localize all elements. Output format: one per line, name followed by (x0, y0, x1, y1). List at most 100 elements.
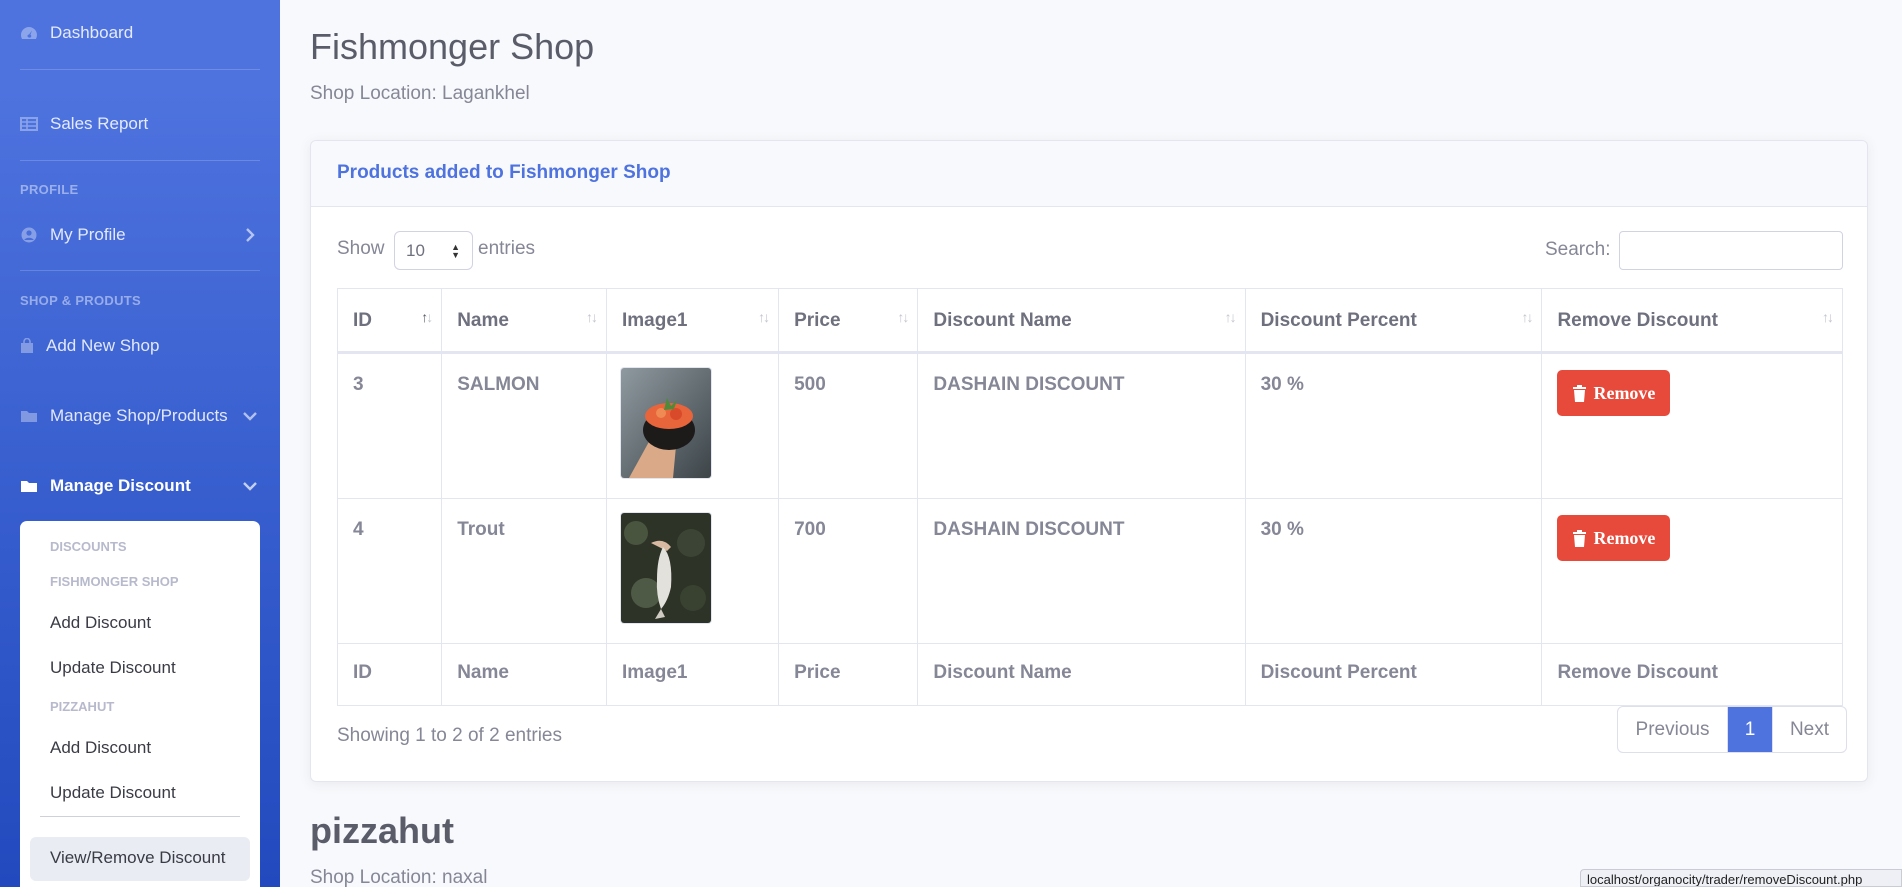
submenu-header-pizzahut: PIZZAHUT (50, 699, 115, 714)
submenu-divider (40, 816, 240, 817)
cell-price: 700 (778, 498, 919, 644)
remove-button-label: Remove (1593, 527, 1656, 548)
footer-discount-percent: Discount Percent (1244, 643, 1543, 706)
sidebar-item-label: Sales Report (50, 114, 149, 133)
card-header: Products added to Fishmonger Shop (311, 141, 1867, 207)
products-card: Products added to Fishmonger Shop Show 1… (310, 140, 1868, 782)
chevron-right-icon (246, 228, 255, 242)
table-row: 3 SALMON 500 DASHAIN DISCOUNT 30 % Remov… (336, 352, 1843, 499)
search-label: Search: (1545, 239, 1611, 260)
submenu-header-fishmonger: FISHMONGER SHOP (50, 574, 179, 589)
sidebar-item-label: Manage Shop/Products (50, 406, 228, 425)
cell-discount-percent: 30 % (1244, 498, 1543, 644)
shop-location: Shop Location: Lagankhel (310, 83, 530, 104)
sort-icon: ↑↓ (758, 309, 770, 325)
sidebar-item-sales-report[interactable]: Sales Report (20, 114, 148, 134)
sidebar-item-dashboard[interactable]: Dashboard (20, 23, 133, 43)
card-title: Products added to Fishmonger Shop (337, 162, 671, 183)
cell-action: Remove (1541, 498, 1843, 644)
footer-discount-name: Discount Name (917, 643, 1246, 706)
trash-icon (1573, 385, 1587, 402)
folder-icon (21, 411, 37, 422)
table-icon (20, 117, 38, 131)
sidebar-divider (20, 160, 260, 161)
salmon-dish-image (621, 368, 711, 478)
discount-submenu: DISCOUNTS FISHMONGER SHOP Add Discount U… (20, 521, 260, 887)
sort-icon: ↑↓ (897, 309, 909, 325)
cell-name: SALMON (441, 352, 607, 499)
sort-icon: ↑↓ (421, 309, 433, 325)
footer-price: Price (778, 643, 919, 706)
trash-icon (1573, 530, 1587, 547)
shopping-bag-icon (21, 338, 33, 353)
sidebar-heading-shop: SHOP & PRODUTS (20, 293, 141, 308)
shop2-location: Shop Location: naxal (310, 867, 488, 887)
cell-discount-name: DASHAIN DISCOUNT (917, 352, 1246, 499)
submenu-header-discounts: DISCOUNTS (50, 539, 127, 554)
folder-icon (21, 481, 37, 492)
pagination-previous[interactable]: Previous (1618, 707, 1728, 752)
sidebar-item-label: My Profile (50, 225, 126, 244)
sidebar-item-add-new-shop[interactable]: Add New Shop (20, 336, 159, 356)
tachometer-icon (21, 27, 37, 39)
sort-icon: ↑↓ (1521, 309, 1533, 325)
column-header-discount-percent[interactable]: Discount Percent ↑↓ (1244, 288, 1543, 354)
column-header-remove-discount[interactable]: Remove Discount ↑↓ (1541, 288, 1843, 354)
sidebar-divider (20, 69, 260, 70)
column-header-price[interactable]: Price ↑↓ (778, 288, 919, 354)
cell-id: 4 (336, 498, 443, 644)
column-header-id[interactable]: ID ↑↓ (336, 288, 443, 354)
footer-name: Name (441, 643, 607, 706)
sidebar-item-label: Manage Discount (50, 476, 191, 495)
table-footer-row: ID Name Image1 Price Discount Name Disco… (336, 643, 1843, 706)
cell-image (605, 498, 780, 644)
sort-icon: ↑↓ (1224, 309, 1237, 325)
cell-id: 3 (336, 352, 443, 499)
trout-fish-image (621, 513, 711, 623)
column-header-image1[interactable]: Image1 ↑↓ (605, 288, 780, 354)
entries-label: entries (478, 238, 536, 259)
shop2-title: pizzahut (310, 810, 454, 851)
sidebar-divider (20, 270, 260, 271)
submenu-pizzahut-update-discount[interactable]: Update Discount (50, 783, 176, 803)
submenu-fishmonger-add-discount[interactable]: Add Discount (50, 613, 151, 633)
remove-discount-button[interactable]: Remove (1557, 370, 1671, 416)
cell-price: 500 (778, 352, 919, 499)
cell-name: Trout (441, 498, 607, 644)
select-arrows-icon: ▲ ▼ (451, 242, 460, 260)
user-circle-icon (21, 227, 37, 243)
column-header-discount-name[interactable]: Discount Name ↑↓ (917, 288, 1246, 354)
search-input[interactable] (1619, 231, 1843, 270)
products-table: ID ↑↓ Name ↑↓ Image1 ↑↓ Price ↑↓ Discount Na… (336, 288, 1843, 706)
pagination-page-1[interactable]: 1 (1728, 707, 1772, 752)
submenu-pizzahut-add-discount[interactable]: Add Discount (50, 738, 151, 758)
submenu-view-remove-discount[interactable]: View/Remove Discount (30, 837, 250, 881)
submenu-item-label: View/Remove Discount (50, 848, 226, 867)
sidebar-item-manage-shop-products[interactable]: Manage Shop/Products (20, 406, 260, 426)
sort-icon: ↑↓ (1822, 309, 1834, 325)
chevron-down-icon (243, 482, 257, 491)
table-header-row: ID ↑↓ Name ↑↓ Image1 ↑↓ Price ↑↓ Discount Na… (336, 288, 1843, 354)
sidebar-item-my-profile[interactable]: My Profile (20, 225, 260, 245)
pagination: Previous 1 Next (1617, 706, 1847, 753)
pagination-next[interactable]: Next (1772, 707, 1846, 752)
status-bar-url: localhost/organocity/trader/removeDiscou… (1580, 869, 1902, 887)
cell-discount-name: DASHAIN DISCOUNT (917, 498, 1246, 644)
sort-icon: ↑↓ (586, 309, 598, 325)
cell-action: Remove (1541, 352, 1843, 499)
footer-id: ID (336, 643, 443, 706)
sidebar-item-manage-discount[interactable]: Manage Discount (20, 476, 260, 496)
sidebar-heading-profile: PROFILE (20, 182, 79, 197)
sidebar-item-label: Dashboard (50, 23, 134, 42)
chevron-down-icon (243, 412, 257, 421)
table-row: 4 Trout 700 DASHAIN DISCOUNT 30 % Remove (336, 498, 1843, 644)
remove-button-label: Remove (1593, 382, 1656, 403)
cell-image (605, 352, 780, 499)
remove-discount-button[interactable]: Remove (1557, 515, 1671, 561)
footer-remove-discount: Remove Discount (1541, 643, 1843, 706)
sidebar: Dashboard Sales Report PROFILE My Profil… (0, 0, 280, 887)
column-header-name[interactable]: Name ↑↓ (441, 288, 607, 354)
page-title: Fishmonger Shop (310, 26, 595, 67)
submenu-fishmonger-update-discount[interactable]: Update Discount (50, 658, 176, 678)
entries-select[interactable]: 10 ▲ ▼ (394, 231, 473, 270)
